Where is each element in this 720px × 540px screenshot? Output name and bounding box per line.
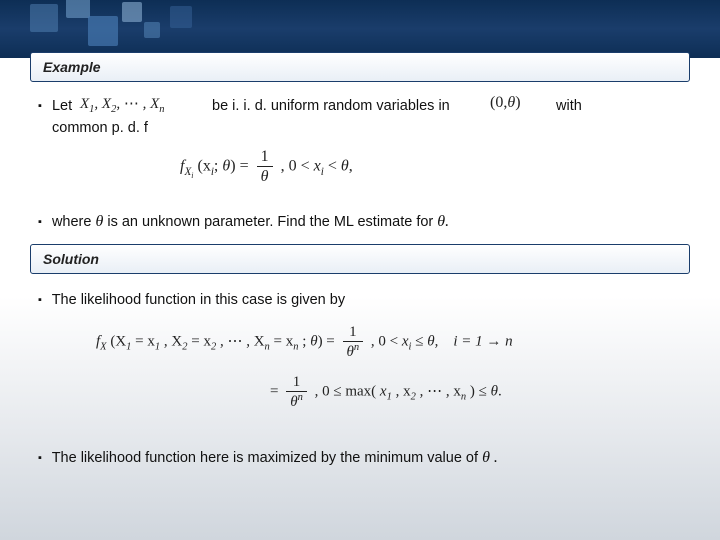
math-likelihood-line2: = 1 θn , 0 ≤ max( x1 , x2 , ⋯ , xn ) ≤ θ… xyxy=(270,374,502,411)
bullet-1-line1: Let xyxy=(38,96,72,118)
math-pdf: fXi (xi; θ) = 1 θ , 0 < xi < θ, xyxy=(180,148,353,186)
b2-pre: where xyxy=(52,214,92,230)
decor-squares xyxy=(30,0,230,50)
heading-solution: Solution xyxy=(30,244,690,274)
bullet-4: The likelihood function here is maximize… xyxy=(38,446,498,470)
slide-top-band xyxy=(0,0,720,58)
heading-example-text: Example xyxy=(43,59,101,75)
b2-mid: is an unknown parameter. Find the ML est… xyxy=(107,214,433,230)
math-likelihood-line1: fX (X1 = x1 , X2 = x2 , ⋯ , Xn = xn ; θ)… xyxy=(96,324,513,361)
b2-theta: θ xyxy=(95,213,103,230)
b2-theta2: θ. xyxy=(437,213,449,230)
b4-theta: θ . xyxy=(482,449,498,466)
heading-solution-text: Solution xyxy=(43,251,99,267)
bullet-3: The likelihood function in this case is … xyxy=(38,290,345,312)
b1-let: Let xyxy=(52,98,72,114)
b1-common: common p. d. f xyxy=(52,118,148,140)
b4-pre: The likelihood function here is maximize… xyxy=(52,450,478,466)
math-vars-seq: X1, X2, ⋯ , Xn xyxy=(80,94,165,115)
math-interval: (0,θ) xyxy=(490,94,521,112)
b1-mid: be i. i. d. uniform random variables in xyxy=(212,96,450,118)
heading-example: Example xyxy=(30,52,690,82)
bullet-2: where θ is an unknown parameter. Find th… xyxy=(38,210,449,234)
b1-with: with xyxy=(556,96,582,118)
b3-text: The likelihood function in this case is … xyxy=(52,292,345,308)
